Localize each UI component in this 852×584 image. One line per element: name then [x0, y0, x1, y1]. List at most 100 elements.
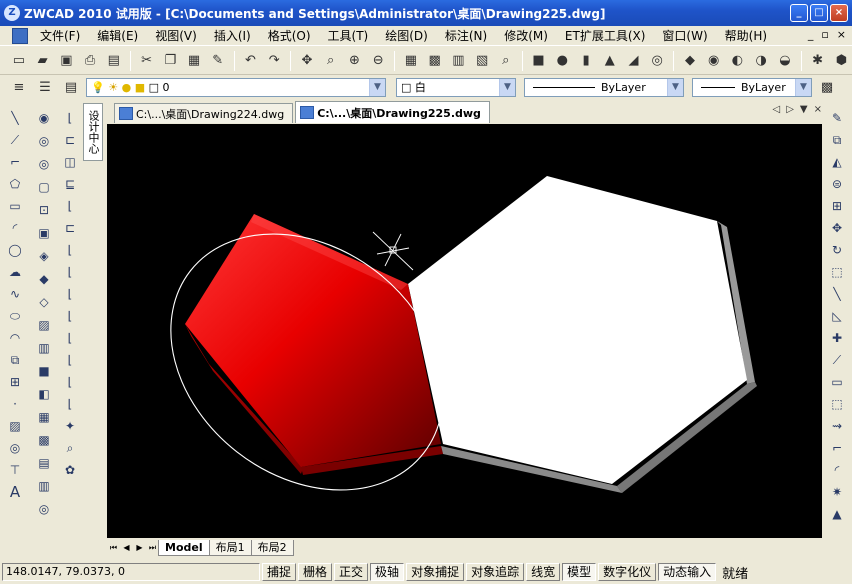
cylinder-icon[interactable]: ▮: [575, 50, 597, 72]
lengthen-icon[interactable]: ◺: [827, 306, 847, 326]
next-tab-icon[interactable]: ▶: [133, 541, 146, 555]
drawing-canvas[interactable]: [107, 124, 822, 538]
menu-modify[interactable]: 修改(M): [496, 26, 557, 46]
menu-file[interactable]: 文件(F): [32, 26, 89, 46]
properties-icon[interactable]: ▦: [400, 50, 422, 72]
shade-flat-icon[interactable]: ■: [34, 361, 54, 381]
shade-gouraud-icon[interactable]: ◧: [34, 384, 54, 404]
grid-toggle[interactable]: 栅格: [298, 563, 333, 581]
line-icon[interactable]: ╲: [5, 108, 25, 128]
materials-icon[interactable]: ⬢: [831, 50, 852, 72]
open-icon[interactable]: ▰: [32, 50, 54, 72]
first-tab-icon[interactable]: ⏮: [107, 541, 120, 555]
shade-3d-icon[interactable]: ▥: [34, 476, 54, 496]
ortho-toggle[interactable]: 正交: [334, 563, 369, 581]
join-icon[interactable]: ⇝: [827, 416, 847, 436]
layer-states-icon[interactable]: ▤: [60, 76, 82, 98]
color-combo[interactable]: □ 白 ▼: [396, 77, 516, 97]
extend-icon[interactable]: ⟋: [827, 350, 847, 370]
zoom-in-icon[interactable]: ⌕: [60, 438, 80, 458]
redo-icon[interactable]: ↷: [263, 50, 285, 72]
camera-icon[interactable]: ▥: [34, 338, 54, 358]
ucs-origin-icon[interactable]: ⊏: [60, 218, 80, 238]
scale-icon[interactable]: ⬚: [827, 262, 847, 282]
chamfer-icon[interactable]: ⌐: [827, 438, 847, 458]
sheet-set-icon[interactable]: ▧: [471, 50, 493, 72]
tab-next-icon[interactable]: ▷: [786, 104, 794, 115]
tab-model[interactable]: Model: [158, 540, 210, 556]
iso-nw-icon[interactable]: ▨: [34, 315, 54, 335]
close-button[interactable]: ×: [830, 4, 848, 22]
menu-et-tools[interactable]: ET扩展工具(X): [557, 26, 655, 46]
edit-icon[interactable]: ▲: [827, 504, 847, 524]
torus-icon[interactable]: ◎: [646, 50, 668, 72]
fillet-icon[interactable]: ◜: [827, 460, 847, 480]
match-properties-icon[interactable]: ✎: [207, 50, 229, 72]
copy-object-icon[interactable]: ⧉: [827, 130, 847, 150]
intersect-icon[interactable]: ◒: [774, 50, 796, 72]
shade-hidden-icon[interactable]: ▩: [34, 430, 54, 450]
mtext-icon[interactable]: A: [5, 482, 25, 502]
box-icon[interactable]: ■: [528, 50, 550, 72]
menu-insert[interactable]: 插入(I): [206, 26, 260, 46]
menu-help[interactable]: 帮助(H): [717, 26, 776, 46]
print-icon[interactable]: ⎙: [79, 50, 101, 72]
layer-combo-arrow[interactable]: ▼: [369, 78, 385, 96]
snap-toggle[interactable]: 捕捉: [262, 563, 297, 581]
arc-icon[interactable]: ◜: [5, 218, 25, 238]
tool-palette-icon[interactable]: ▥: [447, 50, 469, 72]
cloud-icon[interactable]: ☁: [5, 262, 25, 282]
menu-draw[interactable]: 绘图(D): [377, 26, 437, 46]
new-icon[interactable]: ▭: [8, 50, 30, 72]
menu-view[interactable]: 视图(V): [147, 26, 206, 46]
union-icon[interactable]: ◐: [727, 50, 749, 72]
make-block-icon[interactable]: ⊞: [5, 372, 25, 392]
array-icon[interactable]: ⊞: [827, 196, 847, 216]
dynamic-input-toggle[interactable]: 动态输入: [658, 563, 717, 581]
cone-icon[interactable]: ▲: [599, 50, 621, 72]
preview-icon[interactable]: ▤: [103, 50, 125, 72]
view-left-icon[interactable]: ◎: [34, 154, 54, 174]
menu-window[interactable]: 窗口(W): [654, 26, 716, 46]
menu-format[interactable]: 格式(O): [260, 26, 320, 46]
layer-combo[interactable]: 💡 ☀ ● ■ □ 0 ▼: [86, 77, 386, 97]
ucs-y-icon[interactable]: ⌊: [60, 306, 80, 326]
render-icon[interactable]: ✱: [807, 50, 829, 72]
ucs-apply-icon[interactable]: ⌊: [60, 350, 80, 370]
ucs-icon[interactable]: ⌊: [60, 108, 80, 128]
hatch-icon[interactable]: ▨: [5, 416, 25, 436]
ucs-x-icon[interactable]: ⌊: [60, 284, 80, 304]
tab-layout1[interactable]: 布局1: [208, 540, 252, 556]
mdi-restore-button[interactable]: ▫: [821, 28, 828, 41]
doc-tab-drawing224[interactable]: C:\...\桌面\Drawing224.dwg: [114, 103, 294, 123]
lights-icon[interactable]: ✦: [60, 416, 80, 436]
break-icon[interactable]: ▭: [827, 372, 847, 392]
rotate-icon[interactable]: ↻: [827, 240, 847, 260]
orbit-icon[interactable]: ◎: [34, 499, 54, 519]
minimize-button[interactable]: _: [790, 4, 808, 22]
lineweight-combo-arrow[interactable]: ▼: [795, 78, 811, 96]
maximize-button[interactable]: □: [810, 4, 828, 22]
view-bottom-icon[interactable]: ◎: [34, 131, 54, 151]
xline-icon[interactable]: ⟋: [5, 130, 25, 150]
design-center-tab[interactable]: 设计中心: [83, 103, 103, 161]
paste-icon[interactable]: ▦: [183, 50, 205, 72]
digitizer-toggle[interactable]: 数字化仪: [598, 563, 657, 581]
erase-icon[interactable]: ✎: [827, 108, 847, 128]
otrack-toggle[interactable]: 对象追踪: [466, 563, 525, 581]
doc-tab-drawing225[interactable]: C:\...\桌面\Drawing225.dwg: [295, 101, 490, 123]
table-icon[interactable]: ⊤: [5, 460, 25, 480]
linetype-combo[interactable]: ByLayer ▼: [524, 77, 684, 97]
iso-se-icon[interactable]: ◆: [34, 269, 54, 289]
menu-tools[interactable]: 工具(T): [320, 26, 378, 46]
stretch-icon[interactable]: ╲: [827, 284, 847, 304]
layer-manager-icon[interactable]: ≡: [8, 76, 30, 98]
wedge-icon[interactable]: ◢: [623, 50, 645, 72]
linetype-combo-arrow[interactable]: ▼: [667, 78, 683, 96]
polygon-icon[interactable]: ⬠: [5, 174, 25, 194]
ucs-view-icon[interactable]: ⌊: [60, 196, 80, 216]
menu-dimension[interactable]: 标注(N): [437, 26, 496, 46]
rectangle-icon[interactable]: ▭: [5, 196, 25, 216]
osnap-toggle[interactable]: 对象捕捉: [406, 563, 465, 581]
plot-style-icon[interactable]: ▩: [816, 76, 838, 98]
